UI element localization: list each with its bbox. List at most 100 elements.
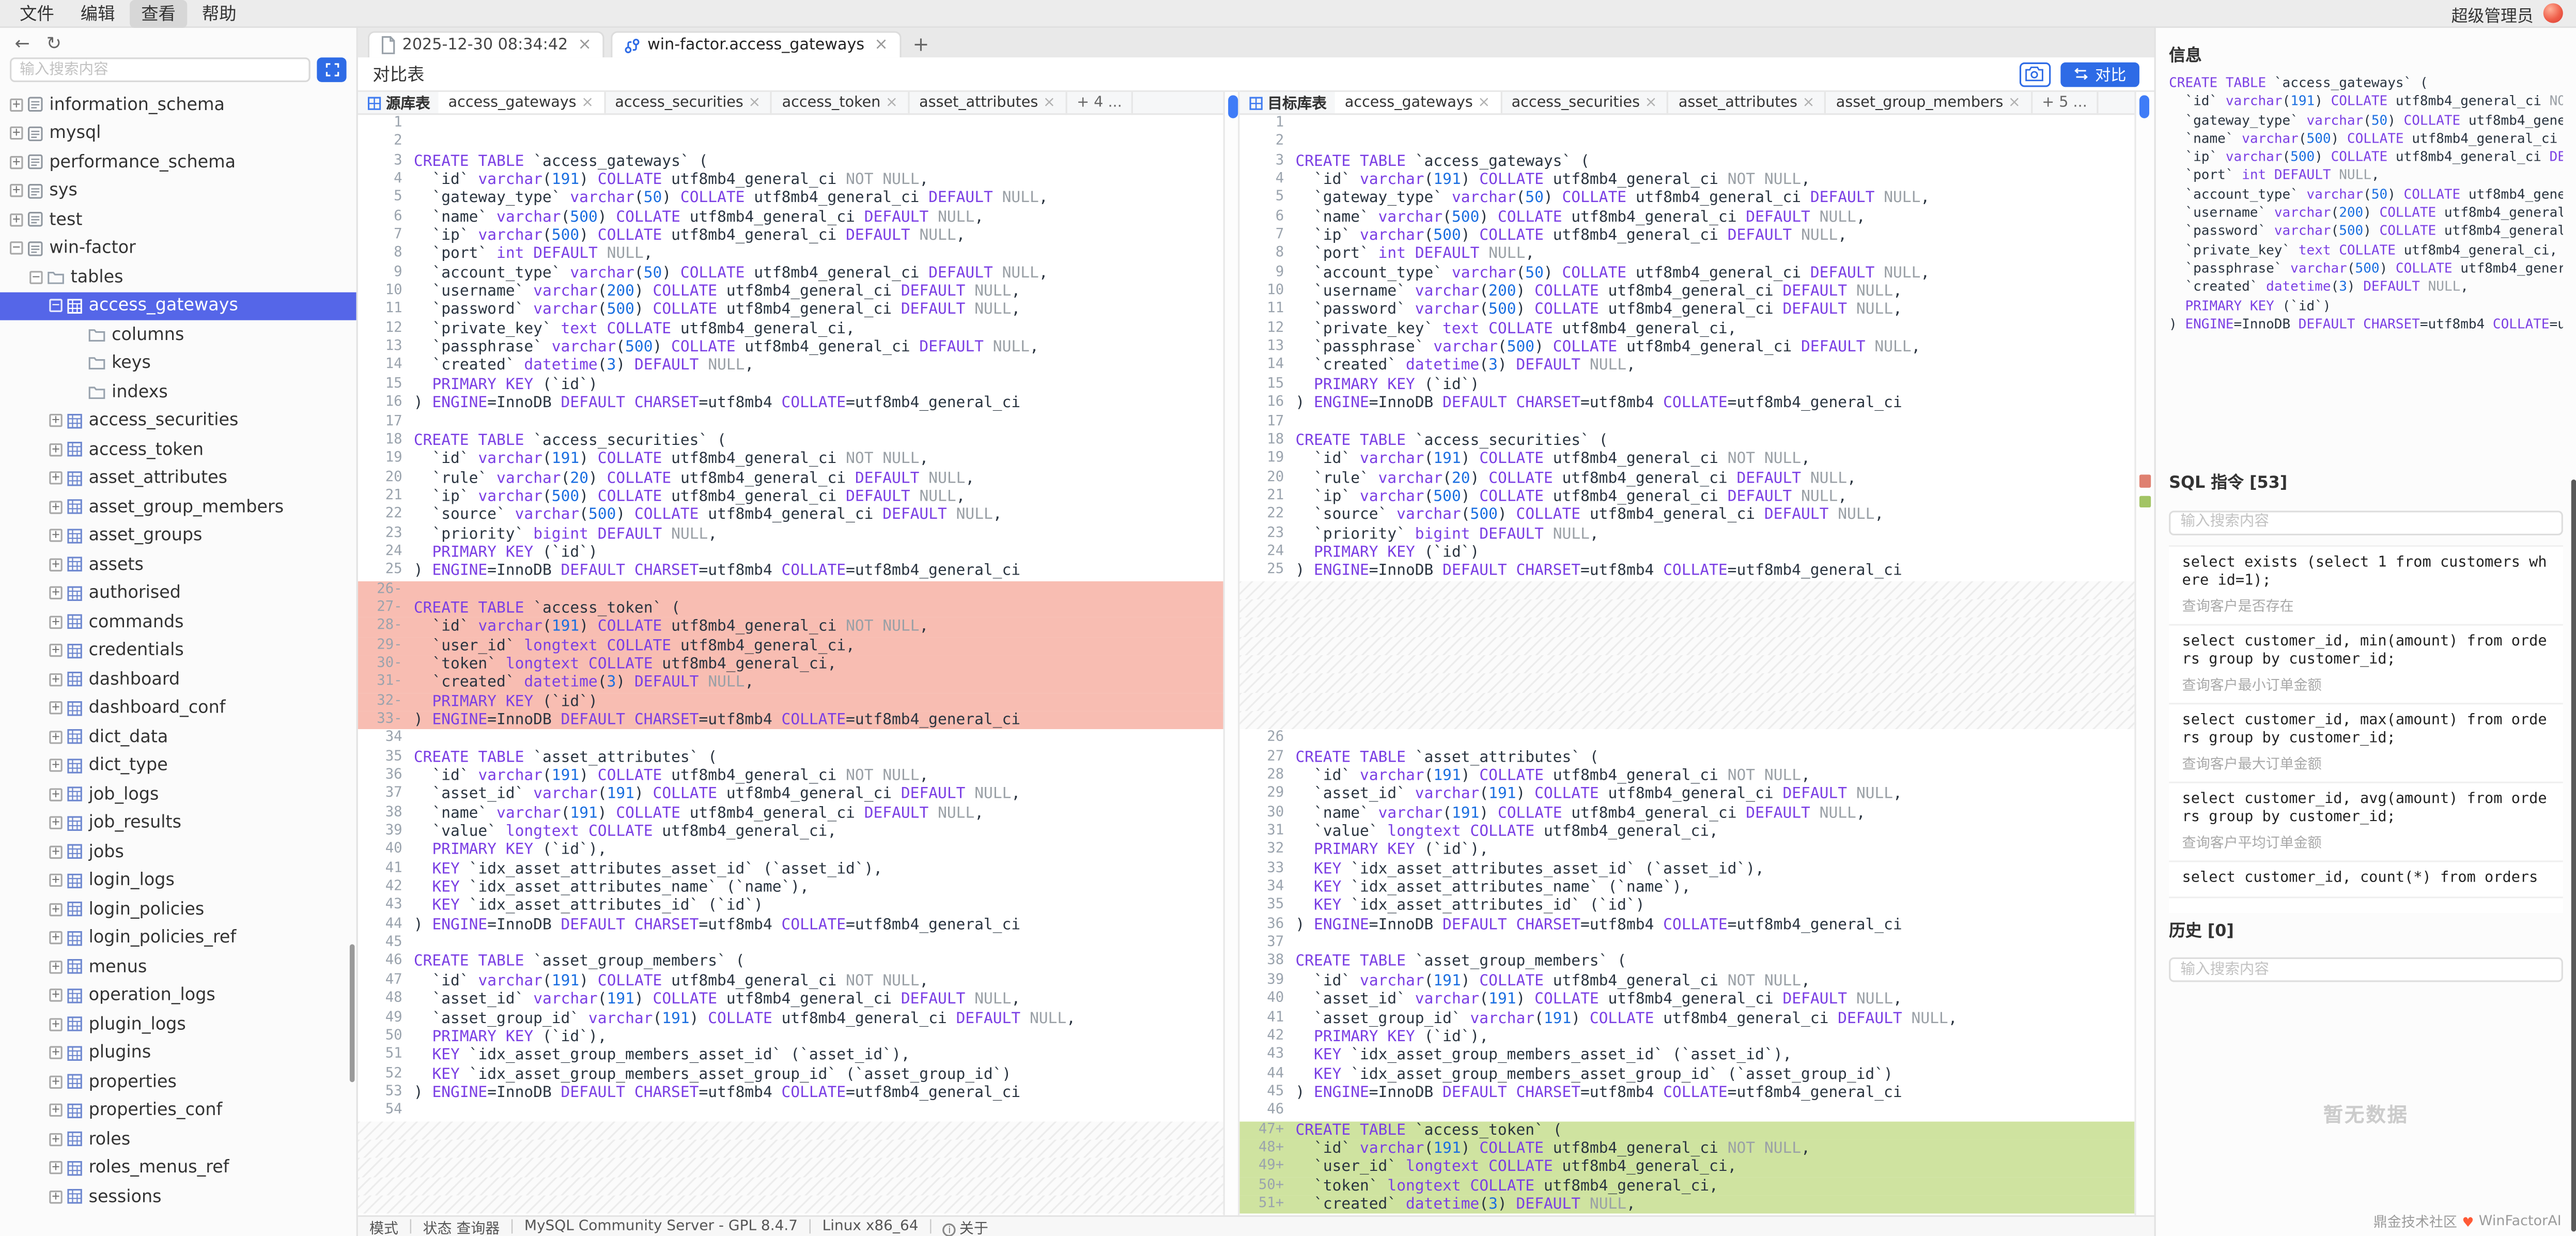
close-icon[interactable]: × <box>2008 95 2021 111</box>
tree-item-dashboard_conf[interactable]: +dashboard_conf <box>0 694 356 723</box>
code-line[interactable]: 36) ENGINE=InnoDB DEFAULT CHARSET=utf8mb… <box>1239 916 2134 935</box>
expand-icon[interactable]: + <box>49 500 62 513</box>
code-line[interactable]: 26- <box>358 581 1223 599</box>
code-line[interactable]: 9 `account_type` varchar(50) COLLATE utf… <box>1239 264 2134 283</box>
code-line[interactable]: 46 <box>1239 1102 2134 1121</box>
expand-icon[interactable]: + <box>49 702 62 715</box>
expand-icon[interactable]: + <box>49 586 62 599</box>
code-line[interactable]: 17 <box>358 413 1223 431</box>
target-tab-asset_attributes[interactable]: asset_attributes× <box>1669 92 1826 113</box>
expand-icon[interactable]: + <box>49 1075 62 1088</box>
code-line[interactable]: 7 `ip` varchar(500) COLLATE utf8mb4_gene… <box>358 227 1223 245</box>
expand-icon[interactable]: + <box>49 845 62 858</box>
menu-帮助[interactable]: 帮助 <box>191 0 248 27</box>
close-icon[interactable]: × <box>1803 95 1815 111</box>
tree-item-job_logs[interactable]: +job_logs <box>0 780 356 809</box>
sidebar-search-input[interactable] <box>10 57 311 82</box>
code-line[interactable]: 44) ENGINE=InnoDB DEFAULT CHARSET=utf8mb… <box>358 916 1223 935</box>
code-line[interactable]: 49 `asset_group_id` varchar(191) COLLATE… <box>358 1009 1223 1028</box>
code-line[interactable]: 9 `account_type` varchar(50) COLLATE utf… <box>358 264 1223 283</box>
screenshot-button[interactable] <box>2020 61 2051 86</box>
code-line[interactable]: 11 `password` varchar(500) COLLATE utf8m… <box>358 301 1223 320</box>
panel-scrollbar[interactable] <box>2571 480 2576 1232</box>
code-line[interactable]: 37 <box>1239 935 2134 953</box>
new-tab-button[interactable]: + <box>908 31 934 57</box>
tree-item-dict_type[interactable]: +dict_type <box>0 751 356 780</box>
code-line[interactable]: 4 `id` varchar(191) COLLATE utf8mb4_gene… <box>1239 171 2134 190</box>
expand-icon[interactable]: + <box>49 615 62 628</box>
tree-item-asset_group_members[interactable]: +asset_group_members <box>0 492 356 521</box>
close-icon[interactable]: × <box>748 95 761 111</box>
expand-icon[interactable]: + <box>49 1190 62 1203</box>
code-line[interactable]: 24 PRIMARY KEY (`id`) <box>358 544 1223 562</box>
code-line[interactable]: 39 `id` varchar(191) COLLATE utf8mb4_gen… <box>1239 972 2134 991</box>
tree-item-roles[interactable]: +roles <box>0 1125 356 1154</box>
sql-search-input[interactable] <box>2169 510 2563 535</box>
code-line[interactable]: 19 `id` varchar(191) COLLATE utf8mb4_gen… <box>1239 450 2134 469</box>
code-line[interactable]: 49+ `user_id` longtext COLLATE utf8mb4_g… <box>1239 1158 2134 1177</box>
tree-item-properties_conf[interactable]: +properties_conf <box>0 1096 356 1125</box>
tree-item-access_securities[interactable]: +access_securities <box>0 407 356 436</box>
code-line[interactable]: 31- `created` datetime(3) DEFAULT NULL, <box>358 674 1223 692</box>
code-line[interactable]: 13 `passphrase` varchar(500) COLLATE utf… <box>358 338 1223 357</box>
code-line[interactable]: 28 `id` varchar(191) COLLATE utf8mb4_gen… <box>1239 767 2134 785</box>
code-line[interactable]: 32 PRIMARY KEY (`id`), <box>1239 841 2134 860</box>
tree-item-credentials[interactable]: +credentials <box>0 636 356 665</box>
tree-item-columns[interactable]: columns <box>0 320 356 349</box>
sql-command-item[interactable]: select customer_id, max(amount) from ord… <box>2169 704 2563 783</box>
tree-item-login_policies[interactable]: +login_policies <box>0 895 356 924</box>
expand-icon[interactable]: + <box>49 1018 62 1031</box>
code-line[interactable]: 48+ `id` varchar(191) COLLATE utf8mb4_ge… <box>1239 1139 2134 1158</box>
code-line[interactable]: 23 `priority` bigint DEFAULT NULL, <box>358 525 1223 544</box>
target-tab-access_gateways[interactable]: access_gateways× <box>1335 92 1502 113</box>
collapse-icon[interactable]: − <box>10 242 23 255</box>
code-line[interactable]: 1 <box>358 115 1223 133</box>
code-line[interactable]: 41 `asset_group_id` varchar(191) COLLATE… <box>1239 1009 2134 1028</box>
tree-item-indexs[interactable]: indexs <box>0 378 356 407</box>
code-line[interactable]: 34 <box>358 730 1223 748</box>
code-line[interactable]: 24 PRIMARY KEY (`id`) <box>1239 544 2134 562</box>
source-tab-access_token[interactable]: access_token× <box>772 92 910 113</box>
code-line[interactable]: 35 KEY `idx_asset_attributes_id` (`id`) <box>1239 898 2134 916</box>
close-icon[interactable]: × <box>581 95 594 111</box>
code-line[interactable]: 12 `private_key` text COLLATE utf8mb4_ge… <box>358 320 1223 338</box>
expand-icon[interactable]: + <box>10 184 23 197</box>
tree-item-performance_schema[interactable]: +performance_schema <box>0 148 356 177</box>
tree-item-job_results[interactable]: +job_results <box>0 809 356 838</box>
sql-command-item[interactable]: select customer_id, avg(amount) from ord… <box>2169 782 2563 861</box>
tree-item-menus[interactable]: +menus <box>0 952 356 981</box>
sql-command-item[interactable]: select exists (select 1 from customers w… <box>2169 546 2563 625</box>
expand-icon[interactable]: + <box>49 759 62 772</box>
code-line[interactable]: 54 <box>358 1102 1223 1121</box>
target-tab-more[interactable]: + 5 ... <box>2032 92 2099 113</box>
tree-item-login_logs[interactable]: +login_logs <box>0 866 356 895</box>
code-line[interactable]: 33-) ENGINE=InnoDB DEFAULT CHARSET=utf8m… <box>358 711 1223 730</box>
expand-icon[interactable]: + <box>49 730 62 743</box>
code-line[interactable]: 13 `passphrase` varchar(500) COLLATE utf… <box>1239 338 2134 357</box>
code-line[interactable]: 26 <box>1239 730 2134 748</box>
code-line[interactable]: 21 `ip` varchar(500) COLLATE utf8mb4_gen… <box>358 487 1223 506</box>
code-line[interactable]: 11 `password` varchar(500) COLLATE utf8m… <box>1239 301 2134 320</box>
expand-icon[interactable]: + <box>49 989 62 1002</box>
expand-icon[interactable]: + <box>49 1162 62 1175</box>
status-item-4[interactable]: i关于 <box>943 1216 988 1236</box>
code-line[interactable]: 7 `ip` varchar(500) COLLATE utf8mb4_gene… <box>1239 227 2134 245</box>
code-line[interactable]: 44 KEY `idx_asset_group_members_asset_gr… <box>1239 1065 2134 1084</box>
refresh-icon[interactable]: ↻ <box>46 34 61 52</box>
tree-item-properties[interactable]: +properties <box>0 1068 356 1096</box>
expand-icon[interactable]: + <box>49 529 62 542</box>
code-line[interactable]: 37 `asset_id` varchar(191) COLLATE utf8m… <box>358 785 1223 804</box>
code-line[interactable]: 27CREATE TABLE `asset_attributes` ( <box>1239 748 2134 767</box>
code-line[interactable]: 18CREATE TABLE `access_securities` ( <box>1239 431 2134 450</box>
tree-item-plugins[interactable]: +plugins <box>0 1039 356 1068</box>
expand-icon[interactable]: + <box>49 903 62 916</box>
tree-item-tables[interactable]: −tables <box>0 262 356 291</box>
tree-item-test[interactable]: +test <box>0 205 356 234</box>
target-tab-access_securities[interactable]: access_securities× <box>1502 92 1669 113</box>
code-line[interactable]: 6 `name` varchar(500) COLLATE utf8mb4_ge… <box>358 208 1223 227</box>
source-tab-access_gateways[interactable]: access_gateways× <box>439 92 606 113</box>
code-line[interactable]: 47 `id` varchar(191) COLLATE utf8mb4_gen… <box>358 972 1223 991</box>
tree-item-authorised[interactable]: +authorised <box>0 579 356 608</box>
code-line[interactable]: 28- `id` varchar(191) COLLATE utf8mb4_ge… <box>358 618 1223 637</box>
tab-win-factor.access_gateways[interactable]: win-factor.access_gateways× <box>611 31 901 57</box>
